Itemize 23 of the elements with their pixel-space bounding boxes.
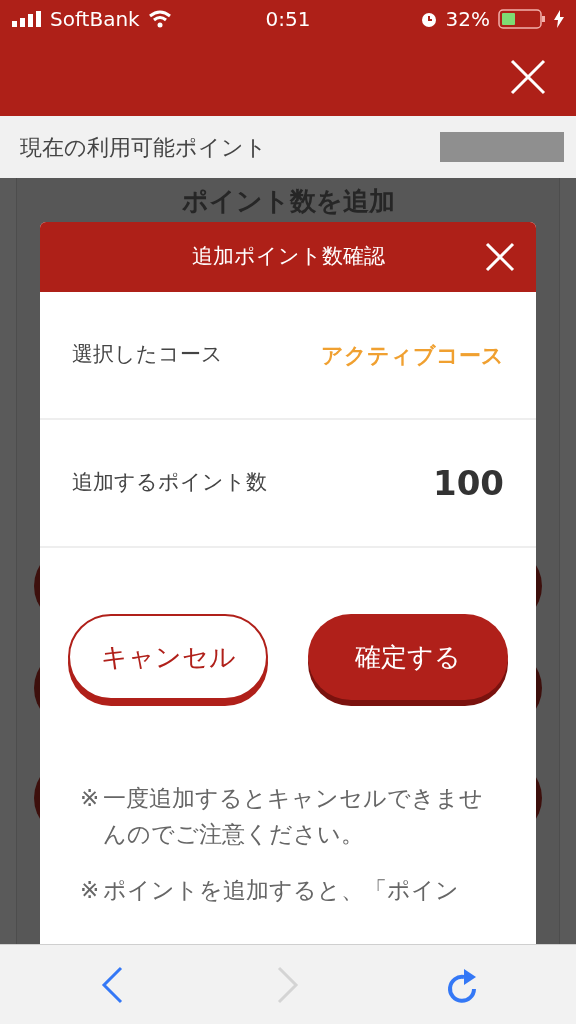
note-mark: ※ xyxy=(80,876,100,905)
row-label: 追加するポイント数 xyxy=(72,469,267,497)
charging-icon xyxy=(554,10,564,28)
note-text: 一度追加するとキャンセルできませんのでご注意ください。 xyxy=(103,784,485,849)
row-value: 100 xyxy=(433,461,504,505)
close-icon xyxy=(510,59,546,95)
alarm-icon xyxy=(419,10,438,28)
battery-icon xyxy=(498,9,546,29)
dialog-title: 追加ポイント数確認 xyxy=(191,243,385,271)
wifi-icon xyxy=(147,10,172,28)
close-icon xyxy=(485,242,515,272)
points-label: 現在の利用可能ポイント xyxy=(20,133,267,162)
signal-icon xyxy=(12,11,42,27)
row-label: 選択したコース xyxy=(72,341,223,369)
row-value: アクティブコース xyxy=(321,341,504,370)
chevron-right-icon xyxy=(277,965,299,1004)
battery-percent: 32% xyxy=(445,6,490,33)
note-text: ポイントを追加すると、「ポイン xyxy=(103,876,460,905)
clock-time: 0:51 xyxy=(264,6,312,33)
close-button[interactable] xyxy=(508,57,548,97)
chevron-left-icon xyxy=(101,965,123,1004)
carrier-name: SoftBank xyxy=(50,6,140,33)
note-mark: ※ xyxy=(80,784,100,813)
